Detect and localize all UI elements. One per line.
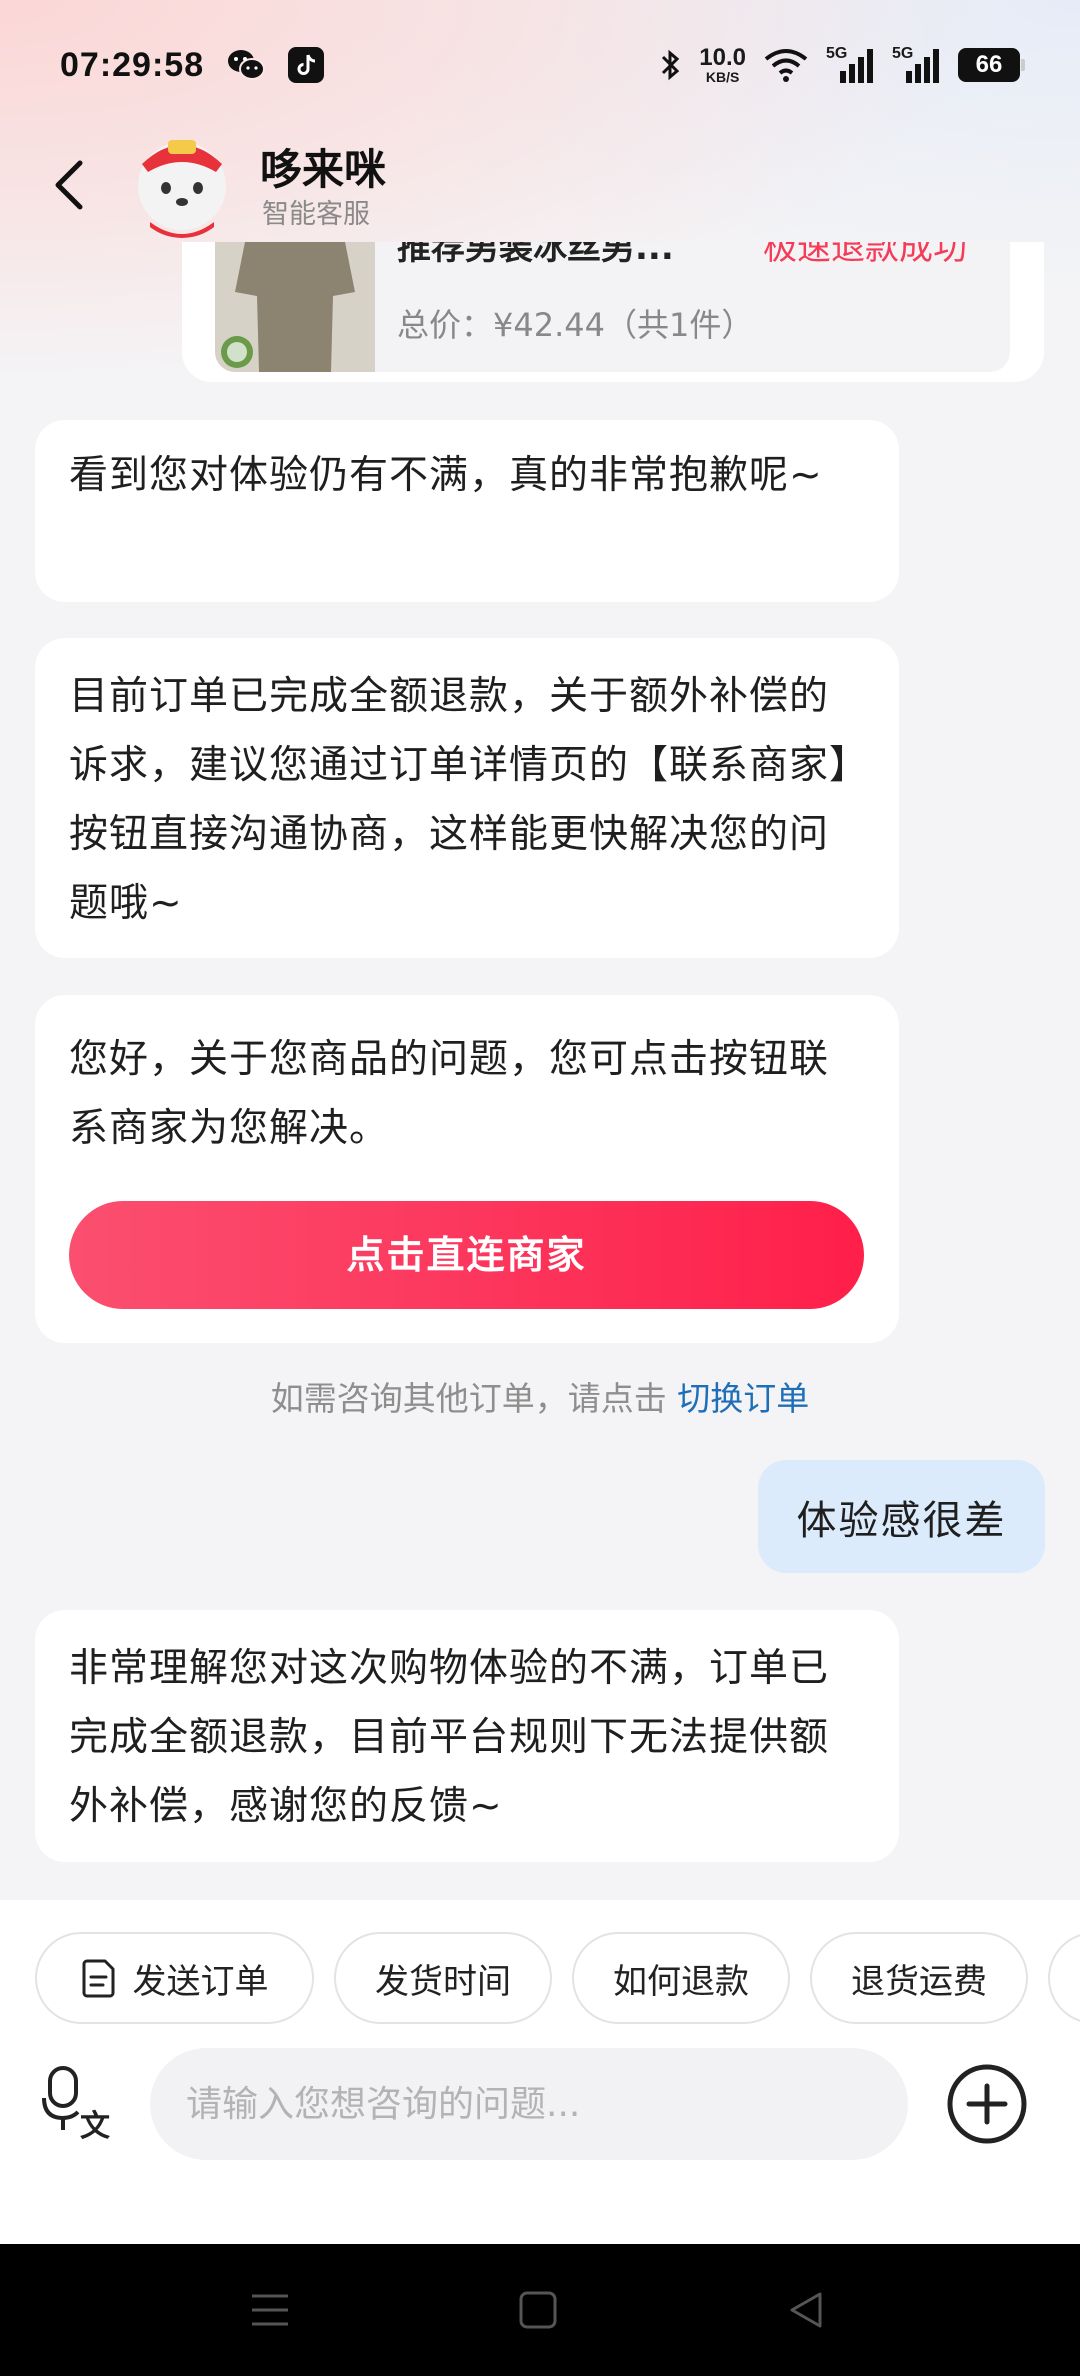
order-refund-status: 极速退款成功 <box>763 242 967 268</box>
bot-message: 目前订单已完成全额退款，关于额外补偿的诉求，建议您通过订单详情页的【联系商家】按… <box>35 638 899 958</box>
chip-label: 退货运费 <box>851 1961 987 2002</box>
signal-icon: 5G <box>826 45 876 85</box>
plus-circle-icon <box>947 2064 1027 2144</box>
hint-text: 如需咨询其他订单，请点击 <box>270 1379 667 1418</box>
shipping-time-chip[interactable]: 发货时间 <box>334 1932 552 2024</box>
more-options-button[interactable] <box>945 2062 1029 2146</box>
wifi-icon <box>762 47 810 83</box>
switch-order-link[interactable]: 切换订单 <box>677 1379 809 1418</box>
how-to-refund-chip[interactable]: 如何退款 <box>572 1932 790 2024</box>
microphone-translate-icon: 文 <box>42 2066 110 2144</box>
chip-label: 发送订单 <box>132 1961 269 2002</box>
back-nav-button[interactable] <box>780 2284 832 2336</box>
contact-merchant-button[interactable]: 点击直连商家 <box>69 1201 864 1309</box>
message-text: 目前订单已完成全额退款，关于额外补偿的诉求，建议您通过订单详情页的【联系商家】按… <box>69 674 850 926</box>
message-text: 非常理解您对这次购物体验的不满，订单已完成全额退款，目前平台规则下无法提供额外补… <box>69 1646 830 1829</box>
bluetooth-icon <box>659 47 683 83</box>
triangle-back-icon <box>790 2292 822 2328</box>
svg-text:文: 文 <box>80 2109 110 2142</box>
bot-message: 非常理解您对这次购物体验的不满，订单已完成全额退款，目前平台规则下无法提供额外补… <box>35 1610 899 1862</box>
message-text: 看到您对体验仍有不满，真的非常抱歉呢~ <box>69 453 823 498</box>
message-input[interactable] <box>150 2048 908 2160</box>
chip-label: 发货时间 <box>375 1961 511 2002</box>
menu-icon <box>252 2294 288 2326</box>
chevron-left-icon <box>55 160 83 210</box>
return-shipping-chip[interactable]: 退货运费 <box>810 1932 1028 2024</box>
wechat-icon <box>226 47 266 83</box>
bot-message: 看到您对体验仍有不满，真的非常抱歉呢~ <box>35 420 899 602</box>
document-icon <box>82 1959 114 1998</box>
brand-subtitle: 智能客服 <box>262 199 370 230</box>
chip-label: 如何退款 <box>613 1961 749 2002</box>
back-button[interactable] <box>40 145 100 225</box>
more-chip[interactable] <box>1048 1932 1080 2024</box>
avatar <box>128 126 236 238</box>
user-message: 体验感很差 <box>758 1460 1045 1573</box>
switch-order-hint: 如需咨询其他订单，请点击 切换订单 <box>0 1372 1080 1420</box>
clock: 07:29:58 <box>60 45 205 84</box>
signal-icon-2: 5G <box>892 45 942 85</box>
home-button[interactable] <box>512 2284 564 2336</box>
battery-indicator: 66 <box>958 48 1025 82</box>
voice-to-text-button[interactable]: 文 <box>40 2062 120 2144</box>
chat-header: 哆来咪 智能客服 <box>0 120 1080 245</box>
message-text: 您好，关于您商品的问题，您可点击按钮联系商家为您解决。 <box>69 1037 830 1151</box>
input-area: 发送订单 发货时间 如何退款 退货运费 文 <box>0 1900 1080 2244</box>
status-bar: 07:29:58 10.0 KB/S 5G 5G 66 <box>0 0 1080 130</box>
network-speed: 10.0 KB/S <box>699 44 746 85</box>
brand-name: 哆来咪 <box>260 145 387 194</box>
send-order-chip[interactable]: 发送订单 <box>35 1932 314 2024</box>
quick-actions-bar: 发送订单 发货时间 如何退款 退货运费 <box>35 1932 1080 2024</box>
system-navigation-bar <box>0 2244 1080 2376</box>
order-card-container: 推荐男装冰丝男... 极速退款成功 总价：¥42.44（共1件） <box>182 242 1044 382</box>
bot-message-with-action: 您好，关于您商品的问题，您可点击按钮联系商家为您解决。 点击直连商家 <box>35 995 899 1343</box>
product-thumbnail <box>215 242 375 372</box>
order-product-title: 推荐男装冰丝男... <box>397 242 674 268</box>
order-total-price: 总价：¥42.44（共1件） <box>397 306 754 344</box>
square-icon <box>519 2291 557 2329</box>
order-card[interactable]: 推荐男装冰丝男... 极速退款成功 总价：¥42.44（共1件） <box>215 242 1010 372</box>
menu-button[interactable] <box>244 2284 296 2336</box>
tiktok-icon <box>288 47 325 83</box>
